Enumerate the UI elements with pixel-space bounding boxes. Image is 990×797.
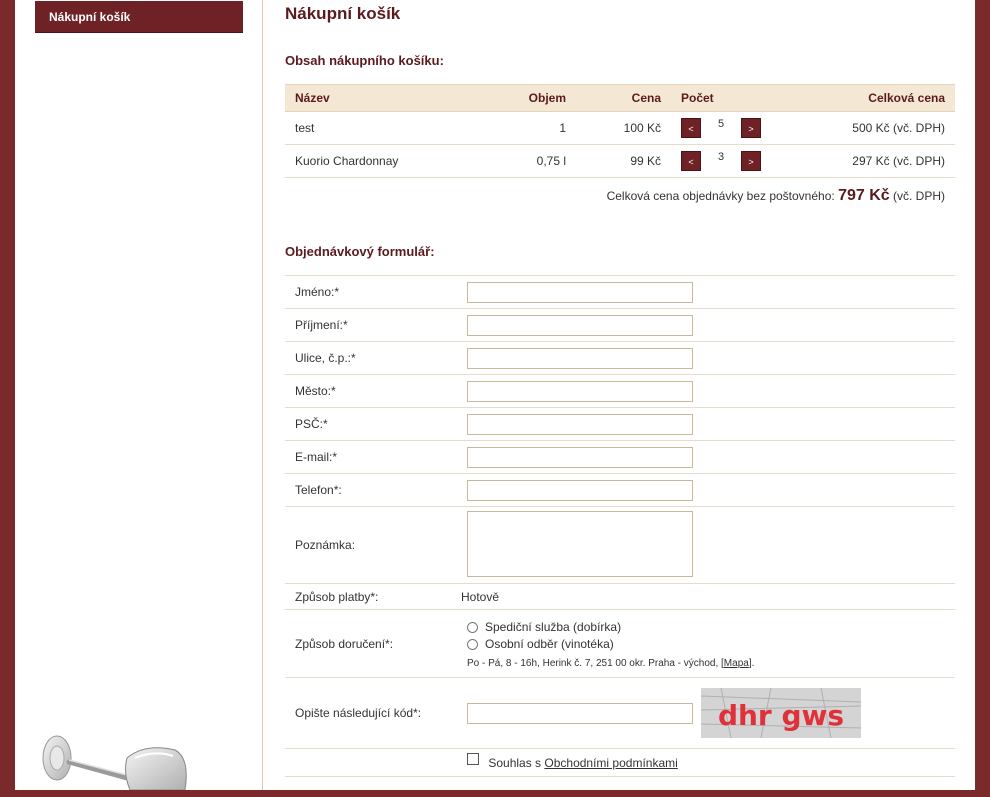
pickup-address-text: Po - Pá, 8 - 16h, Herink č. 7, 251 00 ok… (467, 657, 724, 669)
email-input[interactable] (467, 446, 693, 468)
phone-label: Telefon*: (285, 473, 466, 507)
last-name-input[interactable] (467, 314, 693, 336)
cell-total: 500 Kč (vč. DPH) (771, 111, 955, 145)
delivery-option-shipping[interactable]: Spediční služba (dobírka) (467, 619, 954, 636)
pickup-address-note: Po - Pá, 8 - 16h, Herink č. 7, 251 00 ok… (467, 658, 954, 669)
note-textarea[interactable] (467, 510, 693, 577)
captcha-code: dhr gws (718, 699, 844, 732)
city-label: Město:* (285, 374, 466, 408)
map-link[interactable]: Mapa (724, 658, 749, 669)
last-name-label: Příjmení:* (285, 308, 466, 342)
cell-price: 99 Kč (567, 144, 661, 178)
cart-table: Název Objem Cena Počet Celková cena test… (285, 84, 955, 178)
pickup-address-end: ]. (748, 657, 755, 669)
form-row-first-name: Jméno:* (285, 275, 955, 309)
order-form: Jméno:* Příjmení:* Ulice, č.p.:* Město:*… (285, 275, 955, 797)
decrement-button[interactable]: < (681, 151, 701, 171)
delivery-option-label: Spediční služba (dobírka) (485, 620, 622, 634)
street-label: Ulice, č.p.:* (285, 341, 466, 375)
table-row: Kuorio Chardonnay 0,75 l 99 Kč < 3 > 297… (285, 144, 955, 178)
form-row-note: Poznámka: (285, 506, 955, 584)
cart-heading: Obsah nákupního košíku: (285, 53, 444, 68)
sidebar-item-label: Nákupní košík (49, 10, 131, 24)
cell-name: test (285, 111, 495, 145)
order-total-suffix: (vč. DPH) (893, 189, 945, 203)
cell-volume: 1 (495, 111, 567, 145)
order-total-label: Celková cena objednávky bez poštovného: (606, 189, 835, 203)
page: Nákupní košík Nákupní košík Obsah nákupn… (15, 0, 975, 797)
form-row-last-name: Příjmení:* (285, 308, 955, 342)
delivery-label: Způsob doručení*: (285, 609, 466, 678)
terms-link[interactable]: Obchodními podmínkami (544, 756, 677, 770)
payment-label: Způsob platby*: (285, 583, 466, 610)
cell-volume: 0,75 l (495, 144, 567, 178)
radio-button[interactable] (467, 638, 478, 650)
first-name-input[interactable] (467, 281, 693, 303)
first-name-label: Jméno:* (285, 275, 466, 309)
cell-price: 100 Kč (567, 111, 661, 145)
quantity-value: 5 (717, 118, 725, 130)
street-input[interactable] (467, 347, 693, 369)
form-row-captcha: Opište následující kód*: dhr gws (285, 677, 955, 749)
increment-button[interactable]: > (741, 118, 761, 138)
captcha-label: Opište následující kód*: (285, 677, 466, 749)
form-row-zip: PSČ:* (285, 407, 955, 441)
column-header-total: Celková cena (771, 84, 955, 112)
order-total: Celková cena objednávky bez poštovného: … (607, 187, 945, 205)
wine-glass-image (35, 728, 215, 790)
cart-header-row: Název Objem Cena Počet Celková cena (285, 84, 955, 112)
form-row-delivery: Způsob doručení*: Spediční služba (dobír… (285, 609, 955, 678)
increment-button[interactable]: > (741, 151, 761, 171)
form-heading: Objednávkový formulář: (285, 244, 435, 259)
form-row-email: E-mail:* (285, 440, 955, 474)
table-row: test 1 100 Kč < 5 > 500 Kč (vč. DPH) (285, 111, 955, 145)
quantity-value: 3 (717, 151, 725, 163)
cell-quantity: < 3 > (661, 144, 771, 178)
captcha-image: dhr gws (701, 688, 862, 738)
delivery-option-label: Osobní odběr (vinotéka) (485, 637, 614, 651)
phone-input[interactable] (467, 479, 693, 501)
cell-quantity: < 5 > (661, 111, 771, 145)
zip-label: PSČ:* (285, 407, 466, 441)
sidebar-item-cart[interactable]: Nákupní košík (35, 1, 243, 33)
form-row-payment: Způsob platby*: Hotově (285, 583, 955, 610)
column-header-name: Název (285, 84, 495, 112)
form-row-city: Město:* (285, 374, 955, 408)
column-header-price: Cena (567, 84, 661, 112)
form-row-terms: Souhlas s Obchodními podmínkami (285, 748, 955, 777)
payment-value: Hotově (461, 589, 500, 604)
note-label: Poznámka: (285, 506, 466, 584)
column-header-quantity: Počet (661, 84, 771, 112)
form-row-bottom (285, 776, 955, 797)
sidebar: Nákupní košík (15, 0, 263, 790)
captcha-input[interactable] (467, 702, 693, 724)
radio-button[interactable] (467, 621, 478, 633)
form-row-phone: Telefon*: (285, 473, 955, 507)
delivery-option-pickup[interactable]: Osobní odběr (vinotéka) (467, 636, 954, 653)
cell-name: Kuorio Chardonnay (285, 144, 495, 178)
zip-input[interactable] (467, 413, 693, 435)
terms-checkbox[interactable] (467, 753, 479, 766)
cell-total: 297 Kč (vč. DPH) (771, 144, 955, 178)
decrement-button[interactable]: < (681, 118, 701, 138)
form-row-street: Ulice, č.p.:* (285, 341, 955, 375)
order-total-amount: 797 Kč (838, 187, 890, 204)
column-header-volume: Objem (495, 84, 567, 112)
email-label: E-mail:* (285, 440, 466, 474)
terms-prefix: Souhlas s (488, 755, 542, 770)
page-title: Nákupní košík (285, 4, 401, 23)
city-input[interactable] (467, 380, 693, 402)
